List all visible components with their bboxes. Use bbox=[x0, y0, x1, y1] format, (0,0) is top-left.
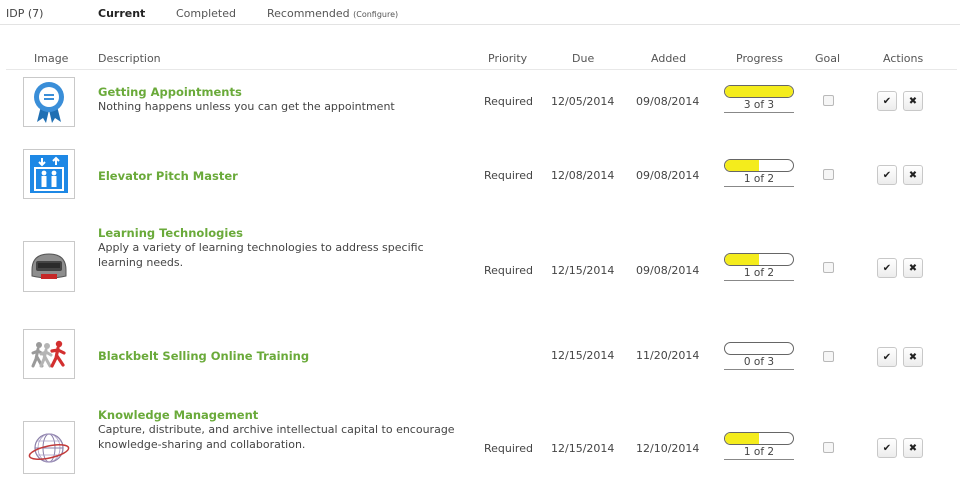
item-description: Elevator Pitch Master bbox=[98, 169, 478, 183]
remove-button[interactable]: ✖ bbox=[903, 438, 923, 458]
col-goal: Goal bbox=[815, 52, 841, 65]
item-description: Getting Appointments Nothing happens unl… bbox=[98, 85, 478, 114]
goal-checkbox[interactable] bbox=[823, 442, 834, 453]
item-name-link[interactable]: Getting Appointments bbox=[98, 85, 478, 99]
configure-link[interactable]: (Configure) bbox=[353, 10, 398, 19]
progress-label: 3 of 3 bbox=[724, 99, 794, 113]
added-date: 11/20/2014 bbox=[636, 349, 700, 362]
col-due: Due bbox=[572, 52, 595, 65]
col-priority: Priority bbox=[488, 52, 528, 65]
tab-recommended[interactable]: Recommended (Configure) bbox=[267, 7, 398, 20]
added-date: 09/08/2014 bbox=[636, 264, 700, 277]
item-description-text: Apply a variety of learning technologies… bbox=[98, 241, 424, 269]
added-date: 09/08/2014 bbox=[636, 95, 700, 108]
item-description-text: Capture, distribute, and archive intelle… bbox=[98, 423, 455, 451]
priority-value: Required bbox=[484, 169, 533, 182]
progress-bar bbox=[724, 85, 794, 98]
complete-button[interactable]: ✔ bbox=[877, 258, 897, 278]
progress-bar bbox=[724, 342, 794, 355]
remove-button[interactable]: ✖ bbox=[903, 91, 923, 111]
item-description: Knowledge Management Capture, distribute… bbox=[98, 408, 478, 452]
added-date: 09/08/2014 bbox=[636, 169, 700, 182]
progress-label: 1 of 2 bbox=[724, 173, 794, 187]
header-divider bbox=[6, 69, 957, 70]
progress-bar bbox=[724, 159, 794, 172]
item-description: Blackbelt Selling Online Training bbox=[98, 349, 478, 363]
due-date: 12/15/2014 bbox=[551, 264, 615, 277]
due-date: 12/15/2014 bbox=[551, 349, 615, 362]
due-date: 12/08/2014 bbox=[551, 169, 615, 182]
progress-bar bbox=[724, 253, 794, 266]
col-added: Added bbox=[651, 52, 687, 65]
col-description: Description bbox=[98, 52, 161, 65]
elevator-icon[interactable] bbox=[23, 149, 75, 199]
item-description: Learning Technologies Apply a variety of… bbox=[98, 226, 478, 270]
idp-count-label: IDP (7) bbox=[6, 7, 44, 20]
goal-checkbox[interactable] bbox=[823, 262, 834, 273]
item-description-text: Nothing happens unless you can get the a… bbox=[98, 100, 395, 113]
progress-bar bbox=[724, 432, 794, 445]
ribbon-badge-icon[interactable] bbox=[23, 77, 75, 127]
complete-button[interactable]: ✔ bbox=[877, 91, 897, 111]
progress-label: 1 of 2 bbox=[724, 267, 794, 281]
col-actions: Actions bbox=[883, 52, 924, 65]
col-progress: Progress bbox=[736, 52, 783, 65]
progress-fill bbox=[725, 160, 759, 171]
runners-icon[interactable] bbox=[23, 329, 75, 379]
col-image: Image bbox=[34, 52, 69, 65]
due-date: 12/05/2014 bbox=[551, 95, 615, 108]
due-date: 12/15/2014 bbox=[551, 442, 615, 455]
item-name-link[interactable]: Learning Technologies bbox=[98, 226, 478, 240]
tab-current[interactable]: Current bbox=[98, 7, 145, 20]
progress-fill bbox=[725, 86, 793, 97]
priority-value: Required bbox=[484, 95, 533, 108]
item-name-link[interactable]: Blackbelt Selling Online Training bbox=[98, 349, 478, 363]
globe-icon[interactable] bbox=[23, 421, 75, 474]
hi-tech-icon[interactable] bbox=[23, 241, 75, 292]
remove-button[interactable]: ✖ bbox=[903, 347, 923, 367]
goal-checkbox[interactable] bbox=[823, 351, 834, 362]
goal-checkbox[interactable] bbox=[823, 95, 834, 106]
tab-completed[interactable]: Completed bbox=[176, 7, 236, 20]
progress-label: 0 of 3 bbox=[724, 356, 794, 370]
complete-button[interactable]: ✔ bbox=[877, 165, 897, 185]
progress-label: 1 of 2 bbox=[724, 446, 794, 460]
idp-tabs: IDP (7) Current Completed Recommended (C… bbox=[0, 0, 960, 25]
priority-value: Required bbox=[484, 442, 533, 455]
remove-button[interactable]: ✖ bbox=[903, 258, 923, 278]
item-name-link[interactable]: Knowledge Management bbox=[98, 408, 478, 422]
item-name-link[interactable]: Elevator Pitch Master bbox=[98, 169, 478, 183]
remove-button[interactable]: ✖ bbox=[903, 165, 923, 185]
added-date: 12/10/2014 bbox=[636, 442, 700, 455]
complete-button[interactable]: ✔ bbox=[877, 438, 897, 458]
tab-recommended-label: Recommended bbox=[267, 7, 350, 20]
progress-fill bbox=[725, 254, 759, 265]
goal-checkbox[interactable] bbox=[823, 169, 834, 180]
complete-button[interactable]: ✔ bbox=[877, 347, 897, 367]
priority-value: Required bbox=[484, 264, 533, 277]
progress-fill bbox=[725, 433, 759, 444]
